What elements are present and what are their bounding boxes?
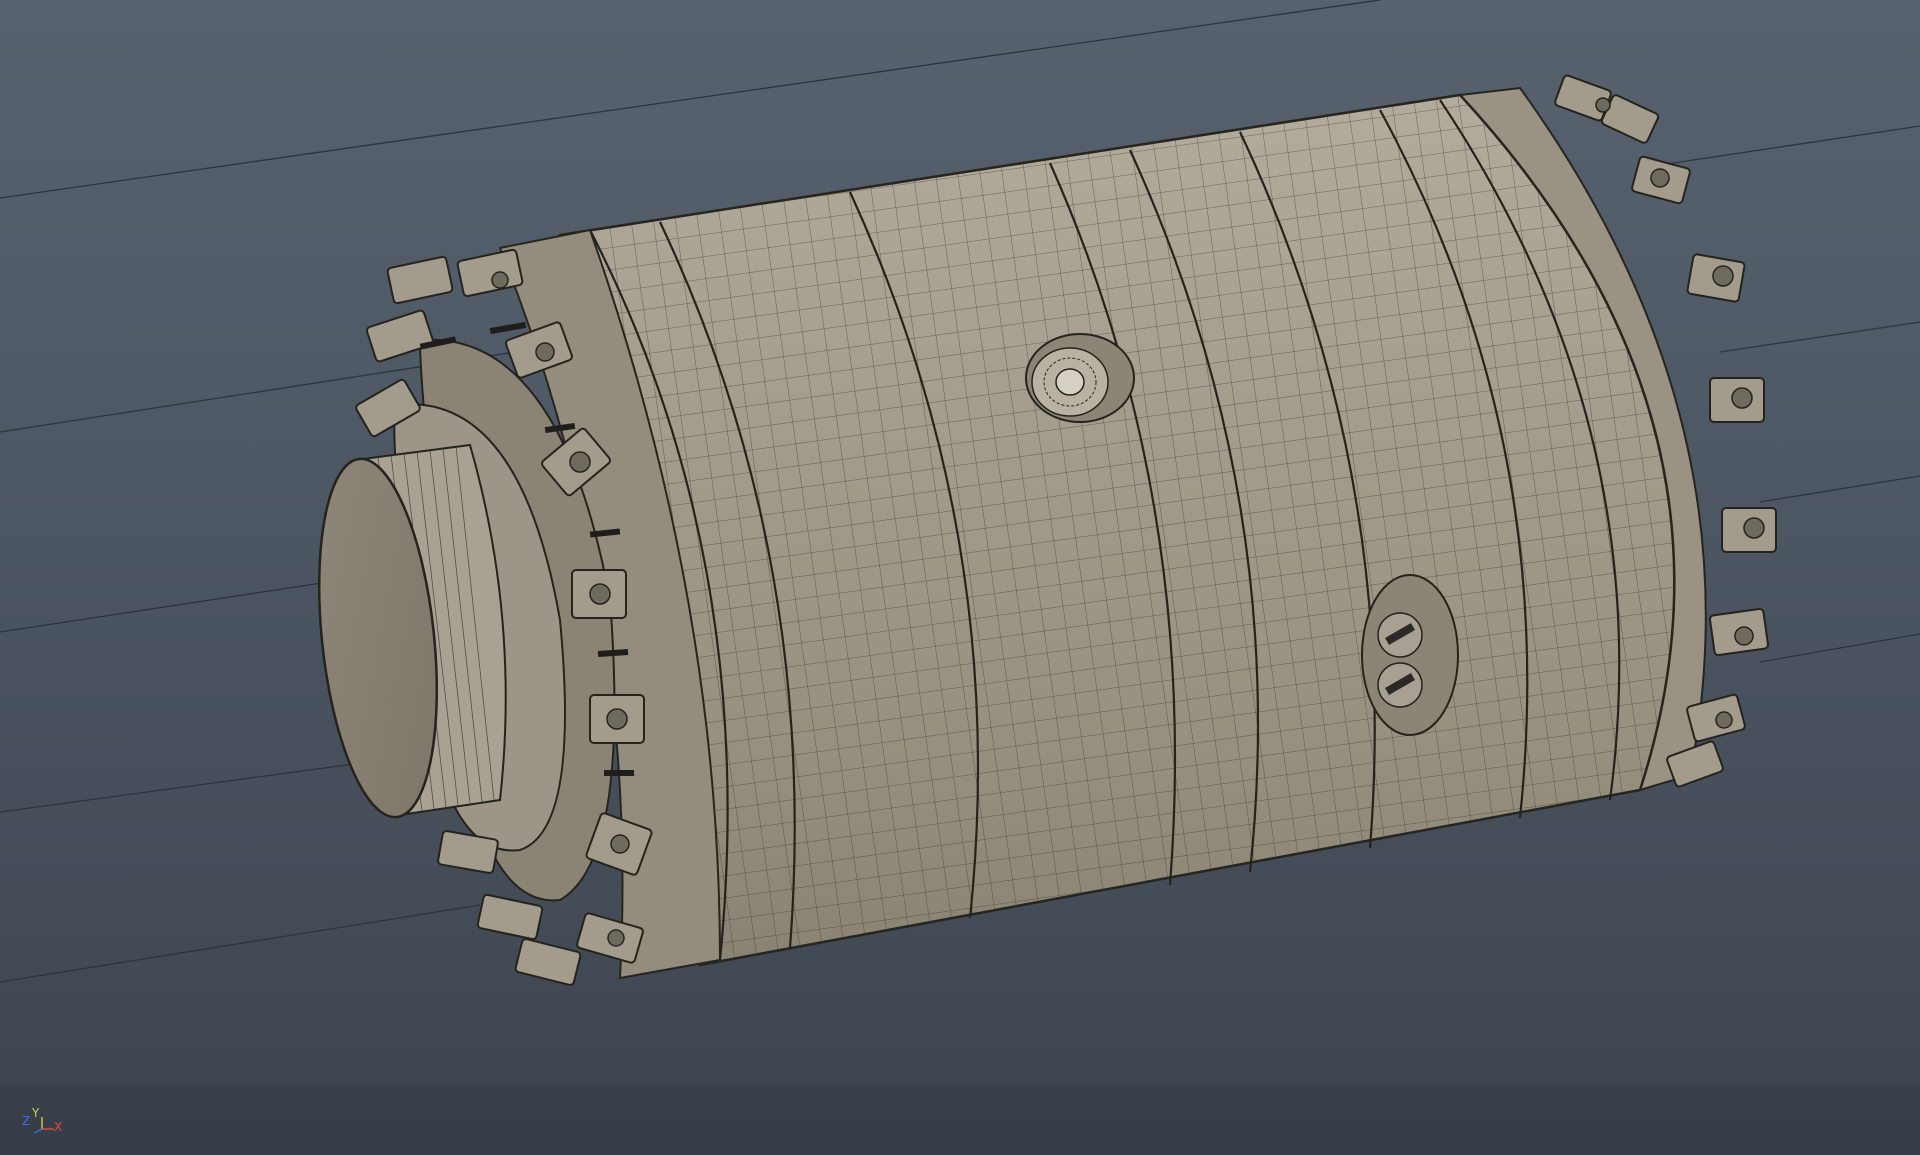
axis-gizmo[interactable]: Y Z X [18, 1107, 68, 1135]
body-hole-lower [1361, 574, 1459, 736]
viewport-footer [0, 1085, 1920, 1155]
cylinder-model[interactable] [300, 40, 1800, 1040]
3d-viewport[interactable]: Y Z X [0, 0, 1920, 1155]
body-hole-upper [1025, 333, 1135, 423]
axis-lines-icon [33, 1117, 54, 1134]
scene-canvas[interactable] [0, 0, 1920, 1155]
